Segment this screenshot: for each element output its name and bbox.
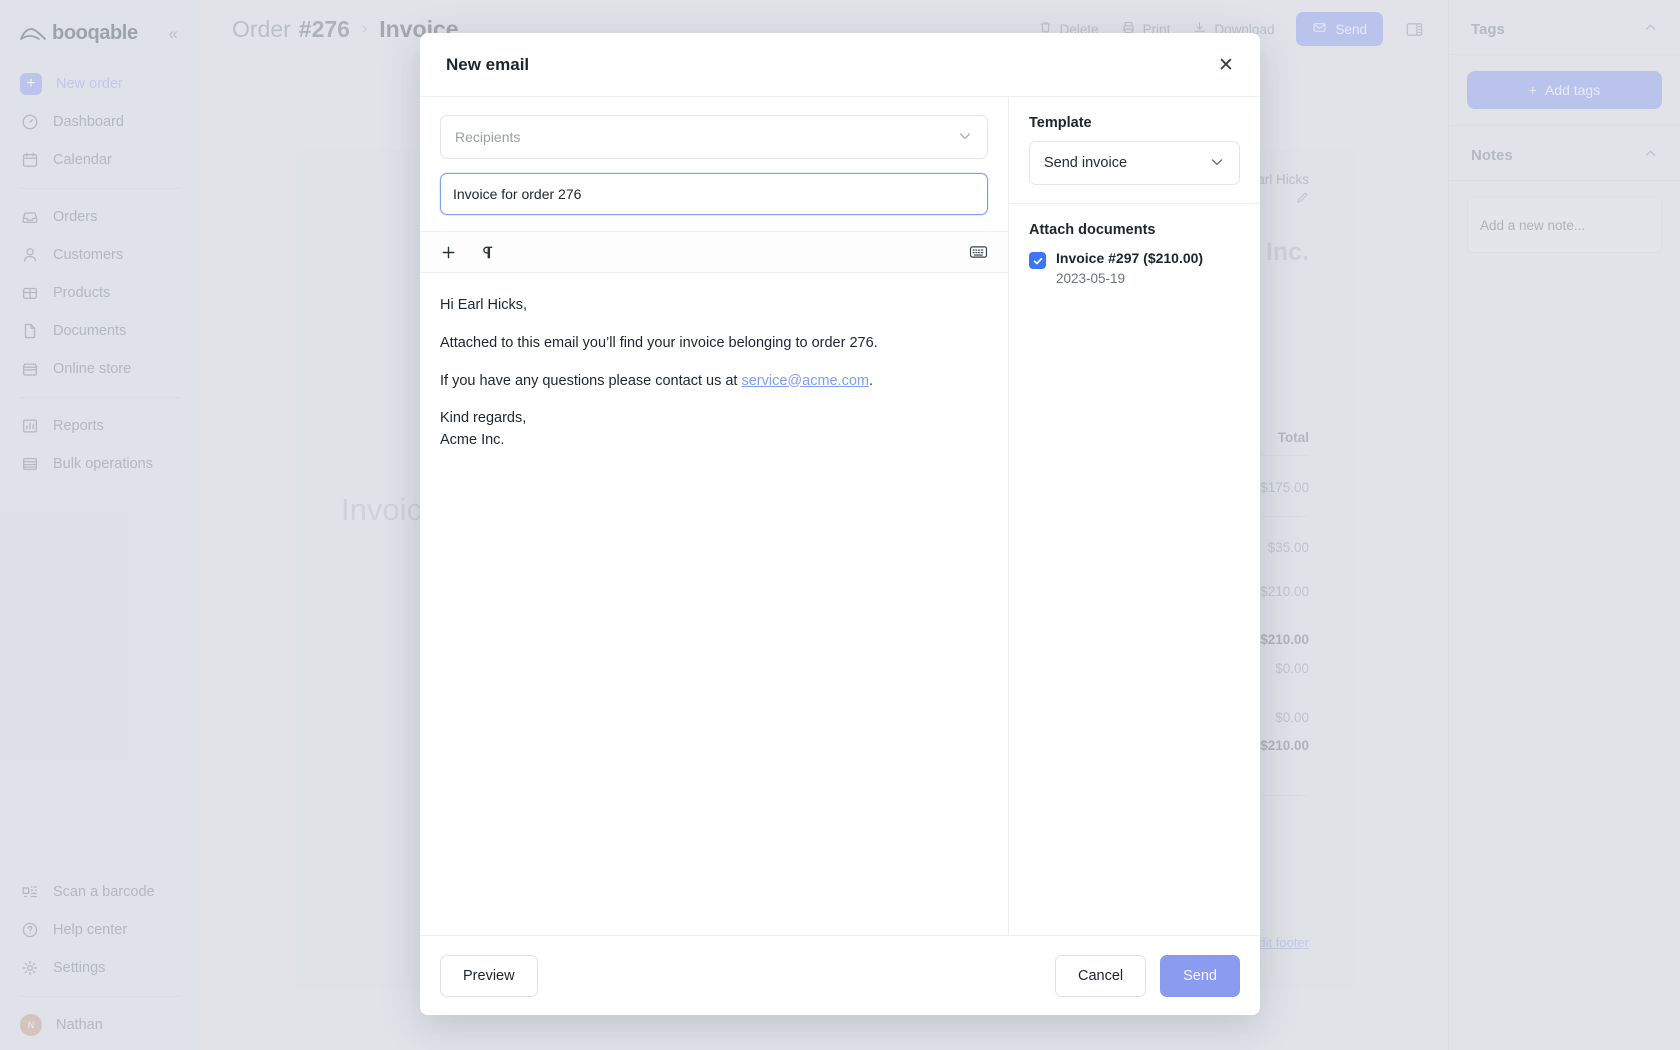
attachment-name: Invoice #297 ($210.00) <box>1056 250 1204 266</box>
compose-fields: Recipients <box>420 97 1008 215</box>
cancel-button[interactable]: Cancel <box>1054 954 1147 997</box>
email-signoff: Kind regards, <box>440 410 527 427</box>
footer-actions: Cancel Send <box>1054 954 1240 997</box>
template-value: Send invoice <box>1044 155 1128 171</box>
attach-documents-block: Attach documents Invoice #297 ($210.00) … <box>1009 203 1260 304</box>
email-line-1: Attached to this email you’ll find your … <box>440 334 878 351</box>
template-select[interactable]: Send invoice <box>1029 141 1240 185</box>
attachment-info: Invoice #297 ($210.00) 2023-05-19 <box>1056 250 1203 286</box>
modal-body: Recipients Hi Earl Hi <box>420 97 1260 935</box>
subject-input[interactable] <box>440 173 988 215</box>
email-signature-company: Acme Inc. <box>440 432 505 448</box>
close-icon[interactable]: ✕ <box>1212 51 1240 79</box>
support-email-link[interactable]: service@acme.com <box>741 373 869 389</box>
chevron-down-icon <box>957 128 973 147</box>
modal-title: New email <box>446 54 530 74</box>
email-line-2: If you have any questions please contact… <box>440 371 988 393</box>
compose-column: Recipients Hi Earl Hi <box>420 97 1008 935</box>
plus-icon[interactable] <box>440 244 457 261</box>
attachment-checkbox[interactable] <box>1029 252 1046 269</box>
email-line-2-suffix: . <box>869 372 874 389</box>
preview-button[interactable]: Preview <box>440 954 538 997</box>
chevron-down-icon <box>1209 154 1225 173</box>
template-label: Template <box>1029 115 1092 131</box>
modal-header: New email ✕ <box>420 33 1260 97</box>
recipients-placeholder: Recipients <box>455 129 521 145</box>
modal-side-pane: Template Send invoice Attach documents I… <box>1008 97 1260 935</box>
email-body-editor[interactable]: Hi Earl Hicks, Attached to this email yo… <box>420 273 1008 935</box>
pilcrow-icon[interactable] <box>479 244 496 261</box>
send-button[interactable]: Send <box>1160 954 1240 997</box>
attach-documents-label: Attach documents <box>1029 222 1156 238</box>
recipients-select[interactable]: Recipients <box>440 115 988 159</box>
attachment-date: 2023-05-19 <box>1056 271 1126 286</box>
attachment-row[interactable]: Invoice #297 ($210.00) 2023-05-19 <box>1029 250 1240 286</box>
new-email-modal: New email ✕ Recipients Invoice for order… <box>420 33 1260 1015</box>
editor-toolbar <box>420 231 1008 273</box>
email-line-2-prefix: If you have any questions please contact… <box>440 372 742 389</box>
keyboard-icon[interactable] <box>969 244 988 260</box>
template-block: Template Send invoice <box>1009 97 1260 203</box>
modal-footer: Preview Cancel Send <box>420 935 1260 1015</box>
email-greeting: Hi Earl Hicks, <box>440 297 528 313</box>
